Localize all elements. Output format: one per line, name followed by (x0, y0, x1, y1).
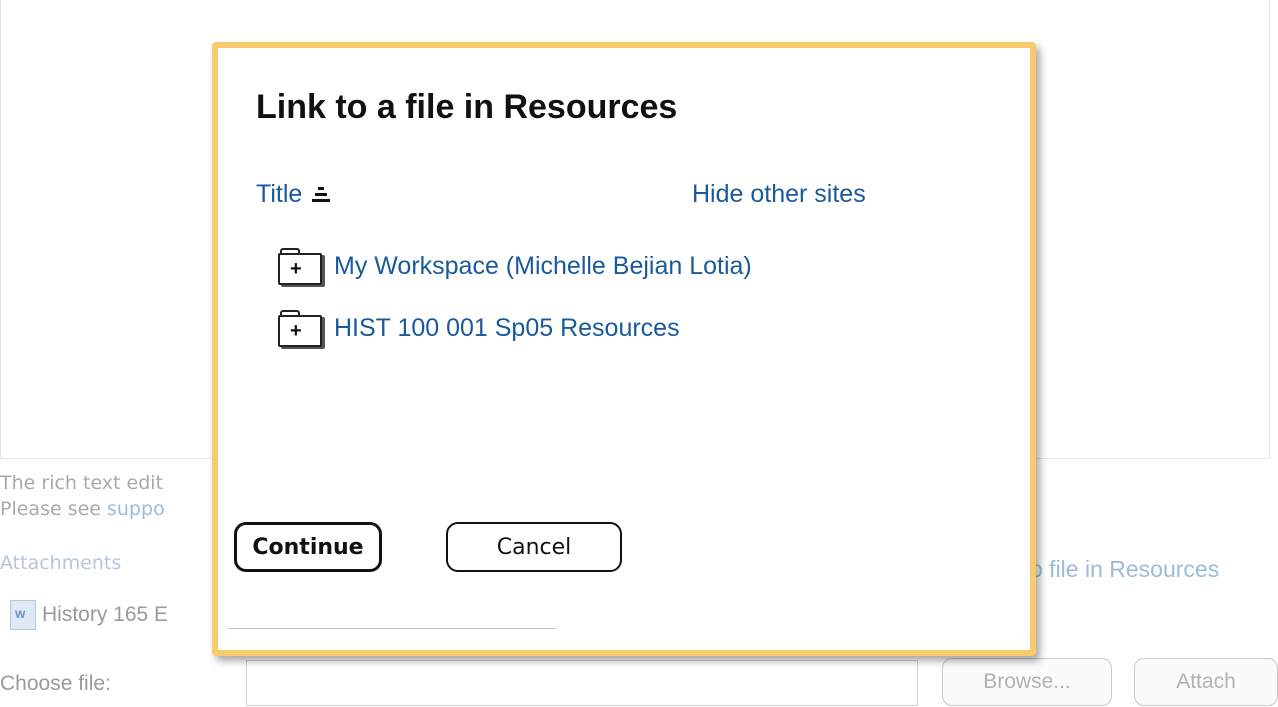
tree-item-hist-100[interactable]: + HIST 100 001 Sp05 Resources (278, 310, 680, 347)
title-column-label: Title (256, 180, 303, 208)
word-document-icon (10, 600, 36, 630)
dialog-title: Link to a file in Resources (256, 88, 678, 126)
folder-expand-icon[interactable]: + (278, 248, 322, 285)
cancel-button[interactable]: Cancel (446, 522, 622, 572)
dialog-divider (228, 628, 556, 629)
tree-item-my-workspace[interactable]: + My Workspace (Michelle Bejian Lotia) (278, 248, 752, 285)
attachment-name: History 165 E (42, 603, 169, 626)
folder-expand-icon[interactable]: + (278, 310, 322, 347)
editor-note-prefix: Please see (0, 498, 108, 520)
tree-item-label[interactable]: HIST 100 001 Sp05 Resources (334, 314, 680, 343)
expand-plus: + (290, 320, 302, 342)
support-link[interactable]: suppo (107, 498, 165, 520)
title-sort-header[interactable]: Title (256, 180, 331, 209)
choose-file-label: Choose file: (0, 672, 111, 695)
editor-note: The rich text edit Please see suppo (0, 470, 165, 522)
link-resource-dialog: Link to a file in Resources Title Hide o… (212, 42, 1036, 656)
attachments-label: Attachments (0, 552, 122, 574)
editor-note-line1: The rich text edit (0, 472, 164, 494)
hide-other-sites-link[interactable]: Hide other sites (692, 180, 866, 209)
attachment-item[interactable]: History 165 E (10, 600, 168, 630)
attach-button[interactable]: Attach (1134, 658, 1278, 706)
expand-plus: + (290, 258, 302, 280)
browse-button[interactable]: Browse... (942, 658, 1112, 706)
link-to-resources-link[interactable]: o file in Resources (1030, 556, 1219, 583)
sort-ascending-icon[interactable] (312, 186, 331, 203)
continue-button[interactable]: Continue (234, 522, 382, 572)
editor-note-line2: Please see suppo (0, 496, 165, 522)
tree-item-label[interactable]: My Workspace (Michelle Bejian Lotia) (334, 252, 752, 281)
file-path-input[interactable] (246, 660, 918, 706)
